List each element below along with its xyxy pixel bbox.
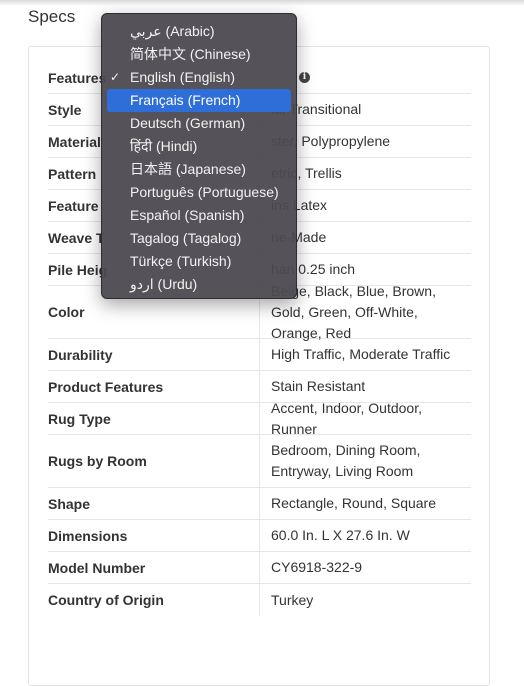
language-option-label: हिंदी (Hindi) bbox=[130, 138, 198, 154]
top-shadow bbox=[0, 0, 524, 6]
language-option-chinese[interactable]: 简体中文 (Chinese) bbox=[107, 43, 291, 66]
spec-row: Durability High Traffic, Moderate Traffi… bbox=[48, 339, 471, 371]
spec-label: Shape bbox=[48, 495, 91, 512]
spec-label: Product Features bbox=[48, 378, 164, 395]
language-dropdown-menu[interactable]: عربي (Arabic) 简体中文 (Chinese) ✓ English (E… bbox=[101, 13, 297, 299]
spec-row: Dimensions 60.0 In. L X 27.6 In. W bbox=[48, 520, 471, 552]
specs-heading: Specs bbox=[28, 7, 76, 26]
spec-value: 60.0 In. L X 27.6 In. W bbox=[259, 520, 471, 551]
language-option-label: Español (Spanish) bbox=[130, 207, 245, 223]
spec-label: Dimensions bbox=[48, 527, 128, 544]
language-option-turkish[interactable]: Türkçe (Turkish) bbox=[107, 250, 291, 273]
language-option-french[interactable]: Français (French) bbox=[107, 89, 291, 112]
spec-label: Color bbox=[48, 304, 85, 320]
spec-value: Bedroom, Dining Room, Entryway, Living R… bbox=[259, 435, 471, 487]
checkmark-icon: ✓ bbox=[110, 70, 121, 84]
spec-label: Rug Type bbox=[48, 410, 111, 427]
language-option-label: Tagalog (Tagalog) bbox=[130, 230, 242, 246]
language-option-label: Deutsch (German) bbox=[130, 115, 246, 131]
spec-row: Rugs by Room Bedroom, Dining Room, Entry… bbox=[48, 435, 471, 488]
language-option-urdu[interactable]: اردو (Urdu) bbox=[107, 273, 291, 296]
language-option-label: عربي (Arabic) bbox=[130, 23, 215, 39]
language-option-label: اردو (Urdu) bbox=[130, 276, 198, 292]
language-option-japanese[interactable]: 日本語 (Japanese) bbox=[107, 158, 291, 181]
language-option-tagalog[interactable]: Tagalog (Tagalog) bbox=[107, 227, 291, 250]
spec-label: Model Number bbox=[48, 559, 146, 576]
language-option-label: Türkçe (Turkish) bbox=[130, 253, 232, 269]
spec-value: Turkey bbox=[259, 584, 471, 616]
language-option-label: English (English) bbox=[130, 69, 236, 85]
language-option-label: Français (French) bbox=[130, 92, 241, 108]
language-option-label: Português (Portuguese) bbox=[130, 184, 279, 200]
spec-row: Model Number CY6918-322-9 bbox=[48, 552, 471, 584]
language-option-label: 简体中文 (Chinese) bbox=[130, 46, 251, 62]
spec-label: Country of Origin bbox=[48, 592, 164, 608]
language-option-german[interactable]: Deutsch (German) bbox=[107, 112, 291, 135]
spec-label: Durability bbox=[48, 346, 113, 363]
language-option-spanish[interactable]: Español (Spanish) bbox=[107, 204, 291, 227]
language-option-arabic[interactable]: عربي (Arabic) bbox=[107, 20, 291, 43]
spec-row: Shape Rectangle, Round, Square bbox=[48, 488, 471, 520]
language-option-hindi[interactable]: हिंदी (Hindi) bbox=[107, 135, 291, 158]
info-circle-icon[interactable]: i bbox=[299, 72, 310, 83]
spec-value: Rectangle, Round, Square bbox=[259, 488, 471, 519]
spec-value: High Traffic, Moderate Traffic bbox=[259, 339, 471, 370]
spec-label: Rugs by Room bbox=[48, 453, 147, 469]
spec-row: Rug Type Accent, Indoor, Outdoor, Runner bbox=[48, 400, 471, 437]
spec-value: Accent, Indoor, Outdoor, Runner bbox=[259, 400, 471, 437]
language-option-label: 日本語 (Japanese) bbox=[130, 161, 246, 177]
language-option-portuguese[interactable]: Português (Portuguese) bbox=[107, 181, 291, 204]
spec-row: Country of Origin Turkey bbox=[48, 584, 471, 616]
spec-value: CY6918-322-9 bbox=[259, 552, 471, 583]
language-option-english[interactable]: ✓ English (English) bbox=[107, 66, 291, 89]
